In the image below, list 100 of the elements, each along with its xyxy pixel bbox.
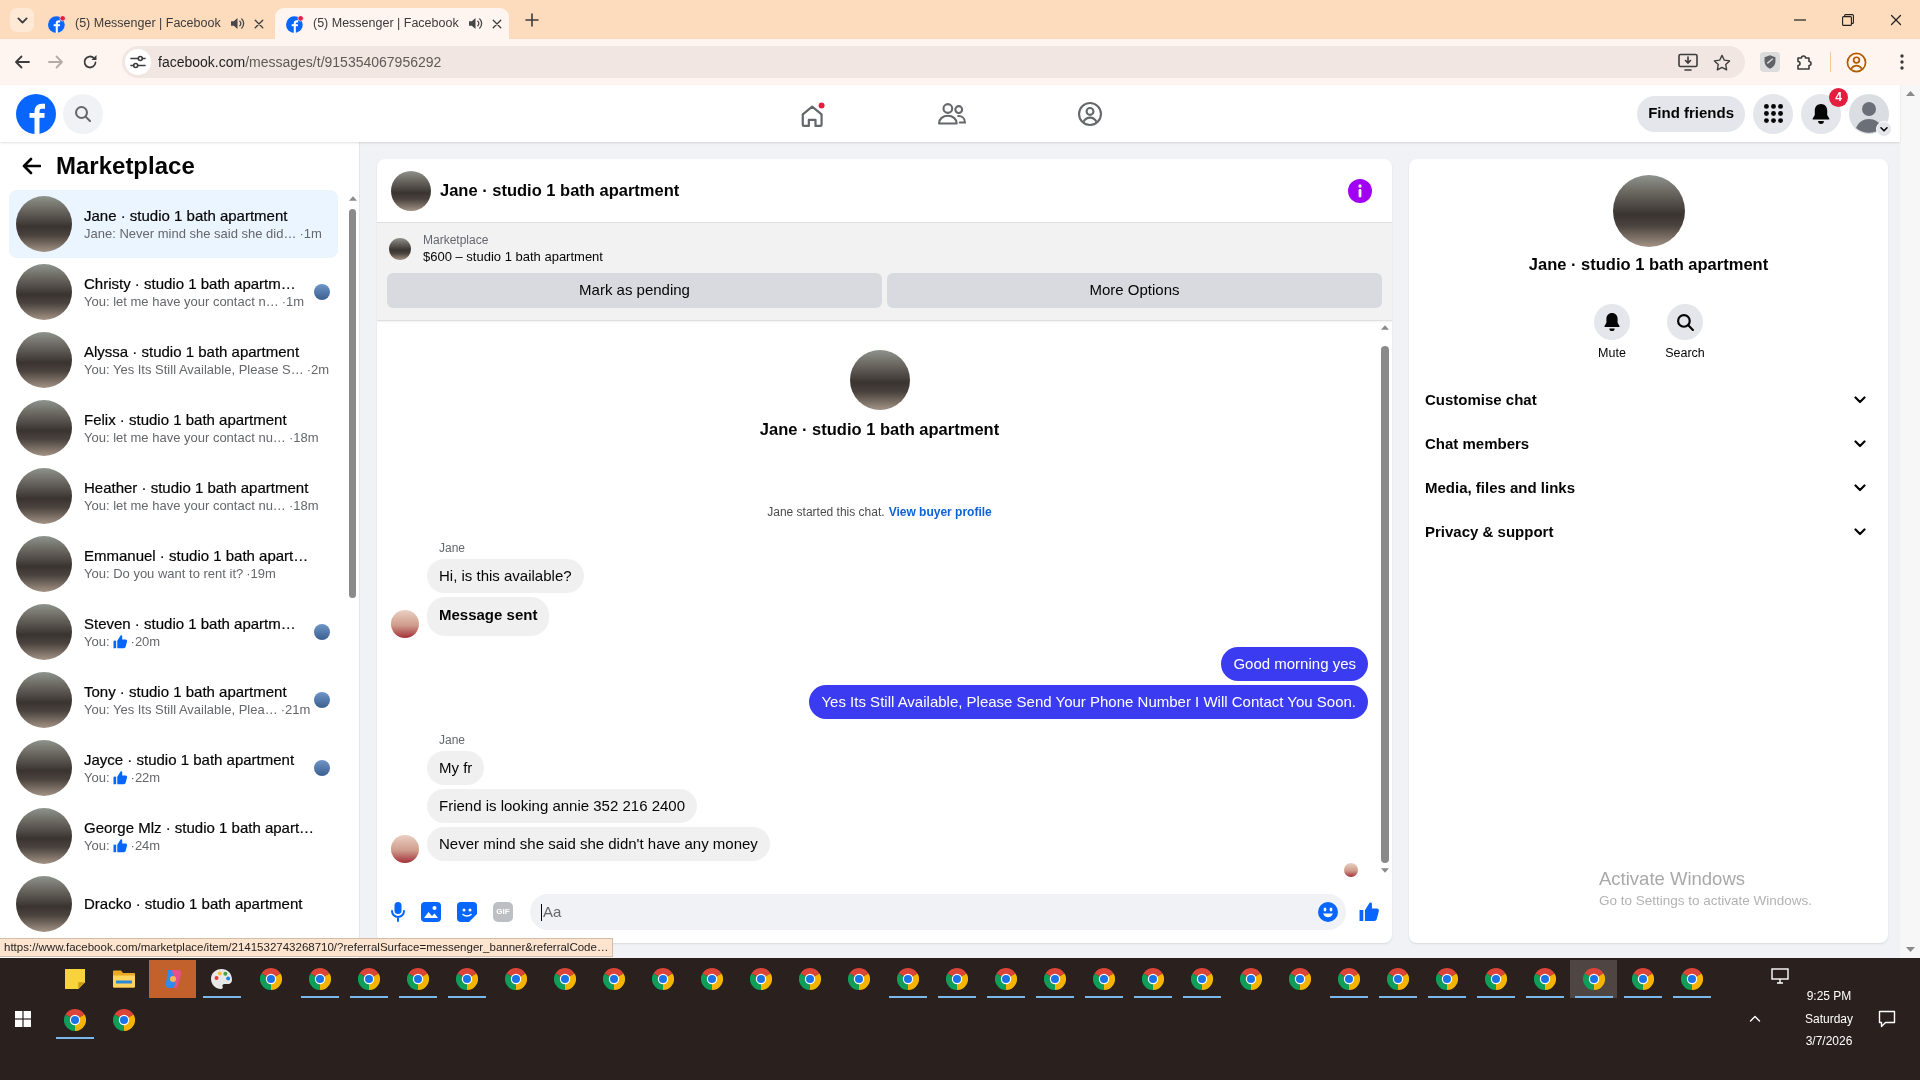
round-logo-icon — [1190, 968, 1213, 990]
close-icon[interactable] — [1890, 13, 1902, 26]
scroll-up-arrow-icon[interactable] — [1905, 91, 1915, 96]
round-logo-icon — [896, 968, 919, 990]
back-arrow-icon[interactable] — [21, 157, 41, 175]
scroll-up-arrow-icon[interactable] — [1381, 325, 1389, 330]
browser-tab[interactable]: (5) Messenger | Facebook — [275, 8, 509, 39]
message-bubble: Friend is looking annie 352 216 2400 — [427, 789, 697, 823]
close-icon[interactable] — [253, 18, 264, 29]
round-logo-icon — [63, 1009, 86, 1031]
install-icon[interactable] — [1678, 53, 1698, 71]
chevron-down-icon — [16, 16, 28, 24]
scroll-down-arrow-icon[interactable] — [1381, 868, 1389, 873]
profile-avatar-icon[interactable] — [1849, 93, 1889, 134]
image-icon[interactable] — [421, 901, 441, 922]
conversation-item[interactable]: Jayce · studio 1 bath apartment You: ·22m — [9, 734, 338, 802]
accordion-item[interactable]: Media, files and links — [1409, 466, 1888, 510]
reload-icon[interactable] — [82, 54, 98, 70]
round-logo-icon — [308, 968, 331, 990]
info-icon[interactable] — [1348, 178, 1372, 203]
emoji-icon[interactable] — [1318, 901, 1338, 922]
menu-button[interactable] — [1753, 93, 1793, 134]
buyer-profile-link[interactable]: View buyer profile — [888, 505, 992, 519]
conversation-item[interactable]: Steven · studio 1 bath apartm… You: ·20m — [9, 598, 338, 666]
chevron-down-icon — [1854, 528, 1866, 536]
browser-tab[interactable]: (5) Messenger | Facebook — [37, 8, 271, 39]
listing-action-button[interactable]: More Options — [887, 273, 1382, 308]
message-bubble: My fr — [427, 751, 485, 785]
address-bar[interactable]: facebook.com/messages/t/915354067956292 — [122, 46, 1745, 78]
round-logo-icon — [994, 968, 1017, 990]
message-input[interactable]: Aa — [530, 893, 1346, 930]
profile-icon[interactable] — [1846, 51, 1867, 73]
chat-start-notice: Jane started this chat. View buyer profile — [767, 504, 992, 520]
find-friends-button[interactable]: Find friends — [1637, 95, 1745, 132]
scrollbar-thumb[interactable] — [1381, 346, 1389, 863]
conversation-title: Jane · studio 1 bath apartment — [759, 419, 1000, 440]
round-logo-icon — [1239, 968, 1262, 990]
photo-placeholder — [16, 400, 72, 456]
conversation-item[interactable]: Dracko · studio 1 bath apartment — [9, 870, 338, 938]
shield-icon[interactable] — [1760, 52, 1780, 72]
scrollbar-thumb[interactable] — [349, 209, 356, 598]
conversation-item[interactable]: Heather · studio 1 bath apartment You: let me have your contact nu… ·18m — [9, 462, 338, 530]
accordion-item[interactable]: Privacy & support — [1409, 510, 1888, 554]
message-preview: You: let me have your contact nu… — [84, 430, 286, 446]
scroll-up-arrow-icon[interactable] — [348, 196, 357, 201]
site-settings-icon[interactable] — [125, 49, 151, 75]
conversation-item[interactable]: George Mlz · studio 1 bath apart… You: ·24m — [9, 802, 338, 870]
sender-name: Jane — [439, 540, 466, 556]
notification-icon[interactable] — [1878, 1010, 1896, 1028]
chevron-down-icon[interactable] — [1876, 120, 1892, 137]
notification-count: 4 — [1829, 87, 1848, 107]
chat-name: Jane · studio 1 bath apartment — [1528, 254, 1769, 275]
round-logo-icon — [945, 968, 968, 990]
more-icon[interactable] — [1900, 54, 1904, 70]
accordion-item[interactable]: Chat members — [1409, 422, 1888, 466]
chevron-up-icon[interactable] — [1749, 1015, 1761, 1023]
star-icon[interactable] — [1713, 53, 1731, 71]
microphone-icon[interactable] — [391, 901, 405, 922]
monitor-icon[interactable] — [1771, 968, 1789, 984]
message-time: ·18m — [288, 498, 319, 514]
home-icon[interactable] — [801, 100, 827, 127]
puzzle-icon[interactable] — [1796, 52, 1815, 72]
round-logo-icon — [357, 968, 380, 990]
plus-icon[interactable] — [525, 13, 539, 27]
clock-day[interactable]: Saturday — [1805, 1007, 1853, 1031]
round-logo-icon — [700, 968, 723, 990]
minimize-icon[interactable] — [1794, 18, 1806, 21]
restore-icon[interactable] — [1842, 13, 1854, 26]
message-preview: You: — [84, 770, 110, 786]
listing-action-button[interactable]: Mark as pending — [387, 273, 882, 308]
notifications-button[interactable] — [1801, 93, 1841, 134]
clock-time[interactable]: 9:25 PM — [1806, 985, 1852, 1008]
conversation-item[interactable]: Felix · studio 1 bath apartment You: let me have your contact nu… ·18m — [9, 394, 338, 462]
friends-icon[interactable] — [938, 102, 966, 125]
sticker-icon[interactable] — [457, 901, 477, 922]
conversation-item[interactable]: Emmanuel · studio 1 bath apart… You: Do you want to rent it? ·19m — [9, 530, 338, 598]
logo-icon[interactable] — [16, 93, 56, 134]
start-icon[interactable] — [15, 1011, 31, 1027]
search-button[interactable] — [1667, 304, 1703, 340]
tab-search-button[interactable] — [10, 8, 34, 32]
thumbs-up-icon[interactable] — [1359, 901, 1380, 922]
message-time: ·20m — [130, 634, 161, 650]
round-logo-icon — [1680, 968, 1703, 990]
round-logo-icon — [1386, 968, 1409, 990]
people-circle-icon[interactable] — [1078, 101, 1102, 126]
clock-date[interactable]: 3/7/2026 — [1805, 1030, 1853, 1053]
accordion-item[interactable]: Customise chat — [1409, 378, 1888, 422]
mute-button[interactable] — [1594, 304, 1630, 340]
conversation-item[interactable]: Jane · studio 1 bath apartment Jane: Never mind she said she did… ·1m — [9, 190, 338, 258]
round-logo-icon — [1337, 968, 1360, 990]
conversation-item[interactable]: Alyssa · studio 1 bath apartment You: Yes Its Still Available, Please S… ·2m — [9, 326, 338, 394]
photo-placeholder — [16, 332, 72, 388]
back-arrow-icon[interactable] — [14, 55, 30, 69]
close-icon[interactable] — [491, 18, 502, 29]
listing-title: $600 – studio 1 bath apartment — [423, 248, 603, 265]
scroll-down-arrow-icon[interactable] — [1905, 947, 1915, 952]
conversation-item[interactable]: Tony · studio 1 bath apartment You: Yes Its Still Available, Plea… ·21m — [9, 666, 338, 734]
conversation-item[interactable]: Christy · studio 1 bath apartm… You: let me have your contact n… ·1m — [9, 258, 338, 326]
photo-placeholder — [391, 170, 431, 211]
photo-placeholder — [16, 604, 72, 660]
